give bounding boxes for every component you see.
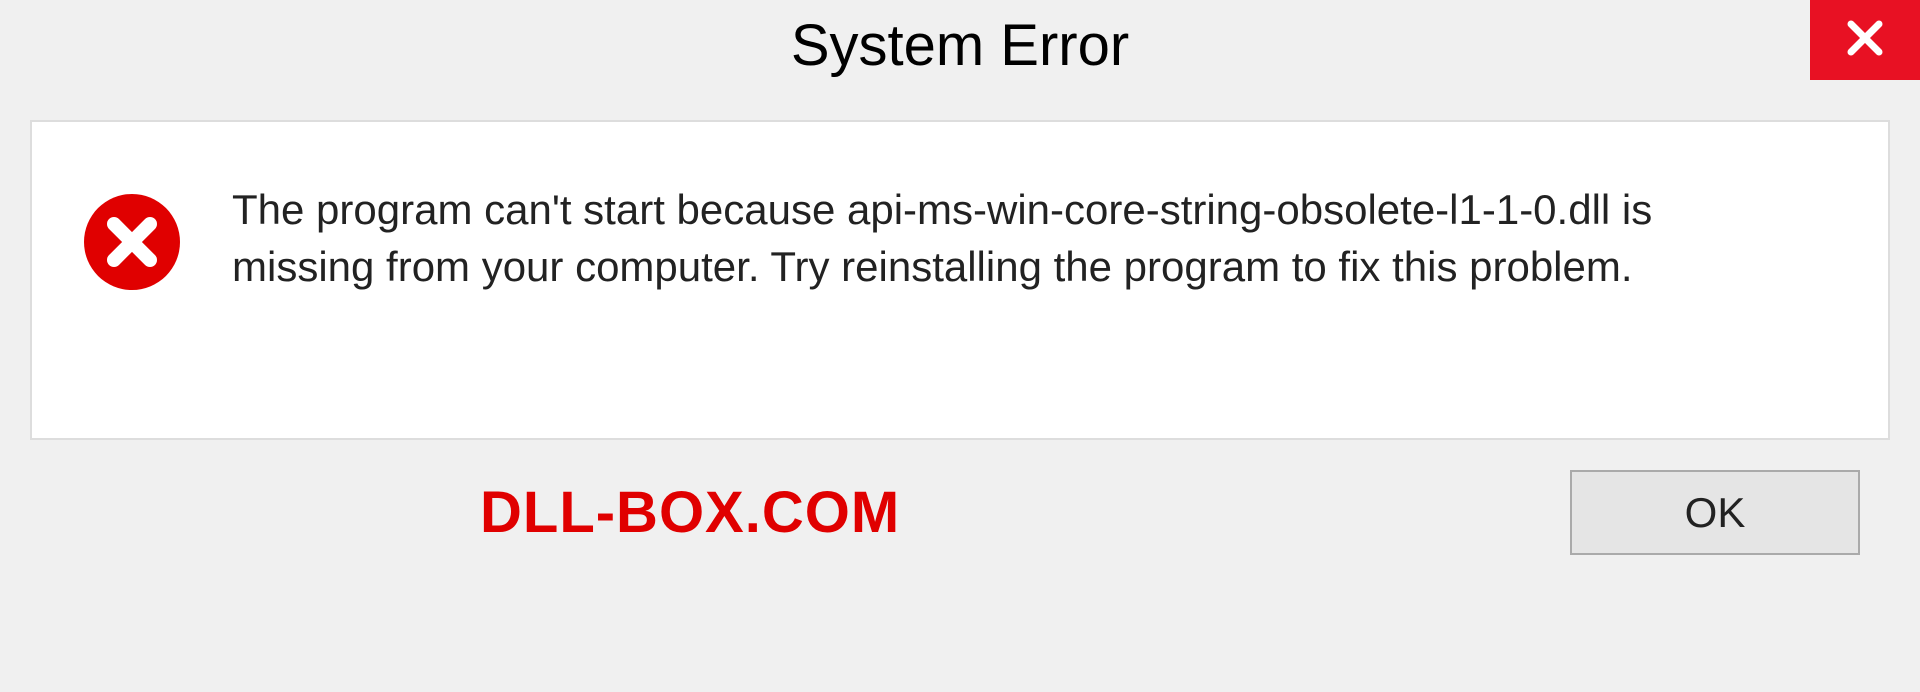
dialog-title: System Error [791, 12, 1129, 79]
watermark-text: DLL-BOX.COM [480, 479, 900, 546]
titlebar: System Error [0, 0, 1920, 100]
ok-button[interactable]: OK [1570, 470, 1860, 555]
dialog-content: The program can't start because api-ms-w… [30, 120, 1890, 440]
ok-button-label: OK [1685, 489, 1746, 537]
close-button[interactable] [1810, 0, 1920, 80]
dialog-message: The program can't start because api-ms-w… [232, 182, 1838, 295]
close-icon [1841, 14, 1889, 67]
error-icon [82, 192, 182, 292]
dialog-footer: DLL-BOX.COM OK [0, 440, 1920, 555]
